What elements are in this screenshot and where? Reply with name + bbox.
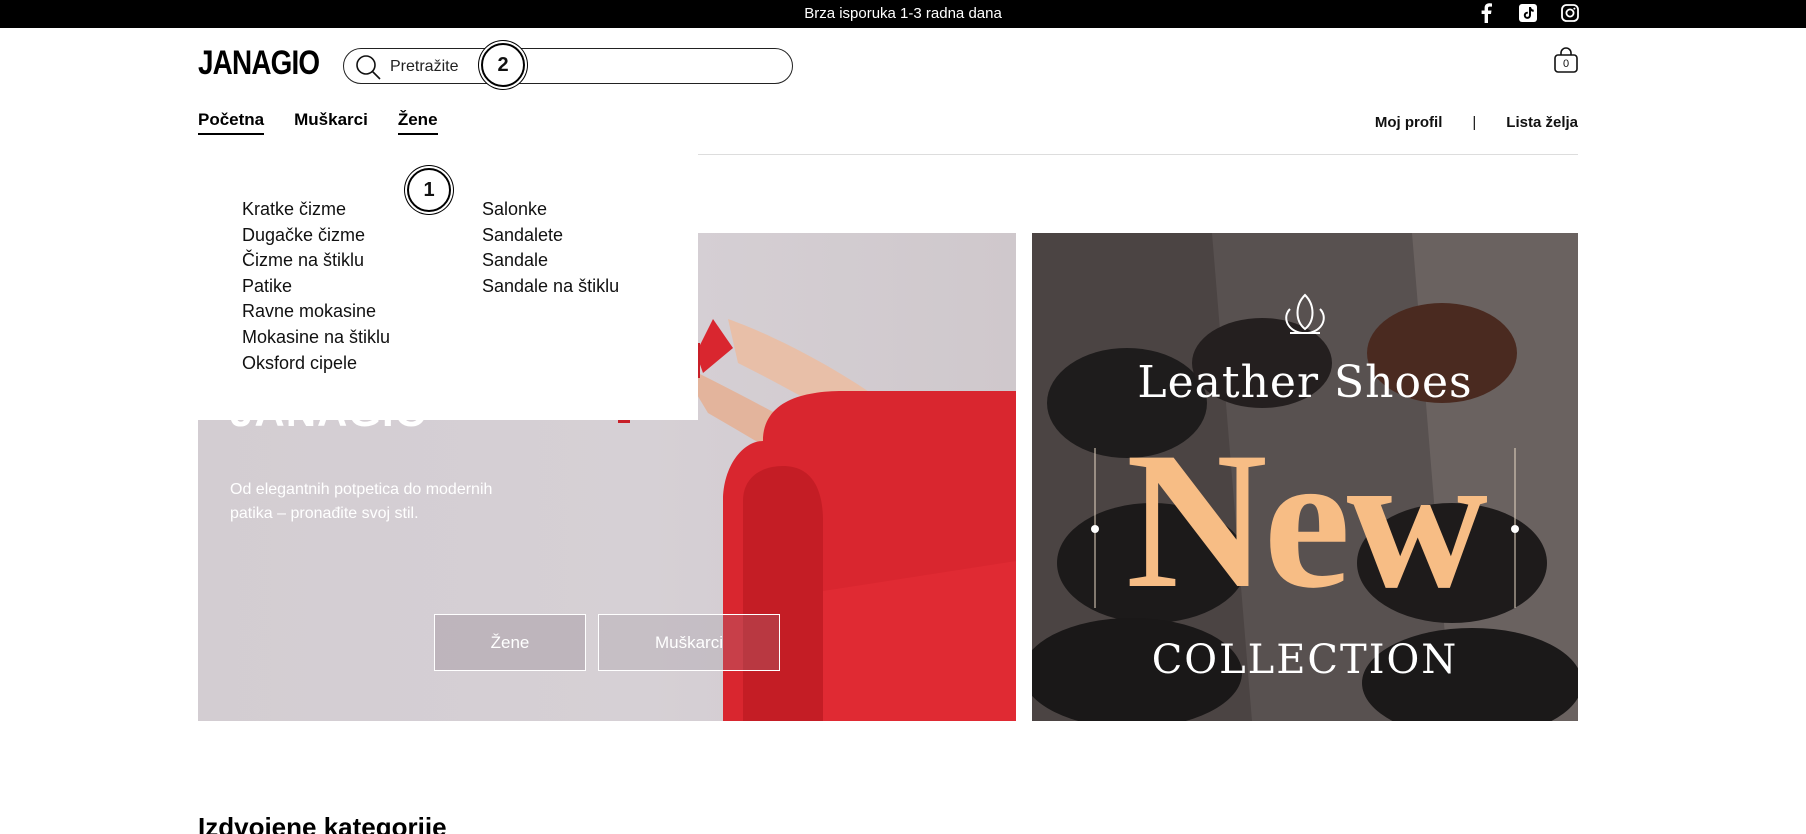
menu-item-sandale[interactable]: Sandale bbox=[482, 248, 619, 274]
hero-women-button[interactable]: Žene bbox=[434, 614, 586, 671]
annotation-marker-2: 2 bbox=[481, 43, 525, 87]
promo-banner[interactable]: Leather Shoes New COLLECTION bbox=[1032, 233, 1578, 721]
featured-categories-title: Izdvojene kategorije bbox=[198, 812, 447, 834]
instagram-icon[interactable] bbox=[1560, 3, 1580, 23]
facebook-icon[interactable] bbox=[1476, 3, 1496, 23]
menu-item-patike[interactable]: Patike bbox=[242, 274, 390, 300]
promo-line-collection: COLLECTION bbox=[1151, 637, 1459, 683]
wishlist-link[interactable]: Lista želja bbox=[1506, 114, 1578, 131]
nav-muskarci[interactable]: Muškarci bbox=[294, 110, 368, 135]
main-nav: Početna Muškarci Žene bbox=[198, 110, 468, 135]
menu-item-salonke[interactable]: Salonke bbox=[482, 197, 619, 223]
search-input[interactable] bbox=[390, 55, 750, 79]
hero-subtitle: Od elegantnih potpetica do modernih pati… bbox=[230, 481, 493, 522]
promo-line-new: New bbox=[1125, 412, 1488, 629]
account-links: Moj profil | Lista želja bbox=[1375, 114, 1578, 131]
menu-item-sandale-na-stiklu[interactable]: Sandale na štiklu bbox=[482, 274, 619, 300]
account-separator: | bbox=[1472, 114, 1477, 131]
cart-count: 0 bbox=[1562, 58, 1570, 70]
promo-line-leather: Leather Shoes bbox=[1137, 357, 1473, 408]
nav-divider bbox=[698, 154, 1578, 155]
nav-zene[interactable]: Žene bbox=[397, 110, 438, 135]
menu-column-1: Kratke čizme Dugačke čizme Čizme na štik… bbox=[242, 197, 390, 376]
menu-item-sandalete[interactable]: Sandalete bbox=[482, 223, 619, 249]
menu-item-kratke-cizme[interactable]: Kratke čizme bbox=[242, 197, 390, 223]
menu-item-ravne-mokasine[interactable]: Ravne mokasine bbox=[242, 299, 390, 325]
social-links bbox=[1476, 3, 1580, 23]
search-icon[interactable] bbox=[354, 53, 382, 81]
menu-item-dugacke-cizme[interactable]: Dugačke čizme bbox=[242, 223, 390, 249]
hero-men-button[interactable]: Muškarci bbox=[598, 614, 780, 671]
cart-button[interactable]: 0 bbox=[1553, 46, 1579, 74]
menu-item-oksford-cipele[interactable]: Oksford cipele bbox=[242, 351, 390, 377]
tiktok-icon[interactable] bbox=[1518, 3, 1538, 23]
search-bar[interactable] bbox=[343, 48, 793, 84]
site-logo[interactable]: JANAGIO bbox=[198, 44, 320, 83]
menu-column-2: Salonke Sandalete Sandale Sandale na šti… bbox=[482, 197, 619, 299]
menu-item-mokasine-na-stiklu[interactable]: Mokasine na štiklu bbox=[242, 325, 390, 351]
top-announcement-bar: Brza isporuka 1-3 radna dana bbox=[0, 0, 1806, 28]
my-profile-link[interactable]: Moj profil bbox=[1375, 114, 1443, 131]
menu-item-cizme-na-stiklu[interactable]: Čizme na štiklu bbox=[242, 248, 390, 274]
nav-pocetna[interactable]: Početna bbox=[198, 110, 265, 135]
annotation-marker-1: 1 bbox=[407, 168, 451, 212]
